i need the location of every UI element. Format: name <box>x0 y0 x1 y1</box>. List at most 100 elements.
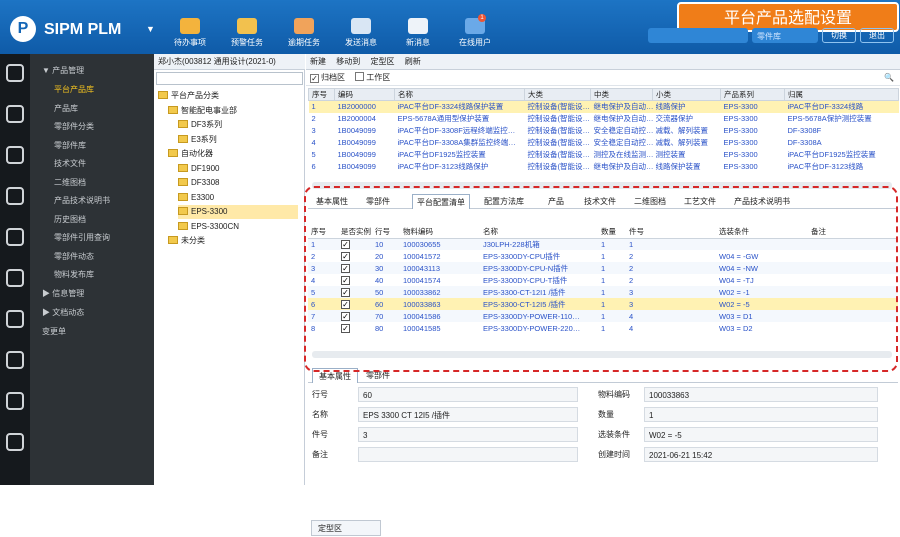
tree-node[interactable]: EPS-3300CN <box>178 220 298 234</box>
table-row[interactable]: 2 1B2000004 EPS-5678A通用型保护装置 控制设备(智能设… 继电保护及… <box>309 113 899 125</box>
tab-parts[interactable]: 零部件 <box>360 368 396 383</box>
table-row[interactable]: 3 ✓ 30 100043113 EPS-3300DY-CPU-N插件 1 2 W04 = -… <box>308 262 898 274</box>
sidebar-item[interactable]: 产品技术说明书 <box>30 192 154 210</box>
sidebar-item[interactable]: 零部件引用查询 <box>30 229 154 247</box>
sidebar-item[interactable]: 技术文件 <box>30 155 154 173</box>
tab-item[interactable]: 工艺文件 <box>680 194 720 209</box>
sidebar-group[interactable]: ▼ 产品管理 <box>30 62 154 80</box>
table-row[interactable]: 8 ✓ 80 100041585 EPS-3300DY-POWER-220… 1 4 W03 … <box>308 322 898 334</box>
instance-checkbox[interactable]: ✓ <box>341 239 350 249</box>
search-icon[interactable]: 🔍 <box>884 70 894 86</box>
sidebar-item[interactable]: 零部件分类 <box>30 118 154 136</box>
tab-item[interactable]: 产品技术说明书 <box>730 194 794 209</box>
sidebar-item[interactable]: 产品库 <box>30 100 154 118</box>
document-icon[interactable] <box>6 310 24 328</box>
table-row[interactable]: 7 ✓ 70 100041586 EPS-3300DY-POWER-110… 1 4 W03 … <box>308 310 898 322</box>
compass-icon[interactable] <box>6 64 24 82</box>
table-row[interactable]: 4 ✓ 40 100041574 EPS-3300DY-CPU-T插件 1 2 W04 = -… <box>308 274 898 286</box>
switch-button[interactable]: 切换 <box>822 28 856 43</box>
instance-checkbox[interactable]: ✓ <box>341 323 350 333</box>
book-icon[interactable] <box>6 392 24 410</box>
table-row[interactable]: 1 1B2000000 iPAC平台DF-3324线路保护装置 控制设备(智能设… 继电… <box>308 100 899 113</box>
cond-field[interactable]: W02 = -5 <box>644 427 878 442</box>
work-area-checkbox[interactable] <box>355 72 365 81</box>
edit-icon[interactable] <box>6 146 24 164</box>
tree-node[interactable]: 未分类 <box>168 234 298 248</box>
toolbar-send-message-button[interactable]: 发送消息 <box>335 18 387 48</box>
column-header[interactable]: 名称 <box>480 226 598 239</box>
column-header[interactable]: 中类 <box>590 88 653 101</box>
tab-item[interactable]: 零部件 <box>362 194 394 209</box>
tab-item[interactable]: 产品 <box>544 194 568 209</box>
clipboard-icon[interactable] <box>6 228 24 246</box>
column-header[interactable]: 备注 <box>808 226 898 239</box>
loading-icon[interactable] <box>6 269 24 287</box>
toolbar-warning-task-button[interactable]: 预警任务 <box>221 18 273 48</box>
line-field[interactable]: 60 <box>358 387 578 402</box>
settings-icon[interactable] <box>6 351 24 369</box>
tree-search-input[interactable] <box>156 72 303 85</box>
product-table-scrollbar[interactable] <box>312 182 892 189</box>
header-search-input[interactable] <box>648 28 748 43</box>
chevron-down-icon[interactable]: ▼ <box>146 24 155 34</box>
column-header[interactable]: 名称 <box>394 88 525 101</box>
toolbar-new-message-button[interactable]: 新消息 <box>392 18 444 48</box>
part-field[interactable]: 3 <box>358 427 578 442</box>
table-row[interactable]: 5 1B0049099 iPAC平台DF1925监控装置 控制设备(智能设… 测控及在线… <box>309 149 899 161</box>
qty-field[interactable]: 1 <box>644 407 878 422</box>
instance-checkbox[interactable]: ✓ <box>341 275 350 285</box>
column-header[interactable]: 行号 <box>372 226 400 239</box>
column-header[interactable]: 大类 <box>524 88 591 101</box>
instance-checkbox[interactable]: ✓ <box>341 311 350 321</box>
upload-icon[interactable] <box>6 433 24 451</box>
tree-node[interactable]: DF3系列 <box>178 118 298 132</box>
finalize-button[interactable]: 定型区 <box>370 57 394 66</box>
column-header[interactable]: 产品系列 <box>720 88 785 101</box>
column-header[interactable]: 数量 <box>598 226 626 239</box>
header-select[interactable]: 零件库 <box>752 28 818 43</box>
sidebar-group[interactable]: ▶ 文档动态 <box>30 304 154 322</box>
archive-area-checkbox[interactable]: ✓ <box>310 74 319 83</box>
refresh-button[interactable]: 刷新 <box>405 57 421 66</box>
column-header[interactable]: 选装条件 <box>716 226 808 239</box>
sidebar-item[interactable]: 历史图档 <box>30 211 154 229</box>
sidebar-item-change-order[interactable]: 变更单 <box>30 323 154 341</box>
table-row[interactable]: 6 1B0049099 iPAC平台DF-3123线路保护 控制设备(智能设… 继电保护… <box>309 161 899 173</box>
column-header[interactable]: 小类 <box>652 88 721 101</box>
instance-checkbox[interactable]: ✓ <box>341 287 350 297</box>
tab-item[interactable]: 技术文件 <box>580 194 620 209</box>
column-header[interactable]: 序号 <box>308 88 335 101</box>
column-header[interactable]: 物料编码 <box>400 226 480 239</box>
instance-checkbox[interactable]: ✓ <box>341 299 350 309</box>
sidebar-group[interactable]: ▶ 信息管理 <box>30 285 154 303</box>
tab-basic-attrs[interactable]: 基本属性 <box>312 368 358 383</box>
instance-checkbox[interactable]: ✓ <box>341 263 350 273</box>
tree-node[interactable]: E3300 <box>178 191 298 205</box>
tab-item[interactable]: 基本属性 <box>312 194 352 209</box>
sidebar-item[interactable]: 二维图档 <box>30 174 154 192</box>
tree-node[interactable]: 自动化器 <box>168 147 298 161</box>
tree-node[interactable]: E3系列 <box>178 133 298 147</box>
toolbar-online-users-button[interactable]: 1 在线用户 <box>449 14 501 48</box>
sidebar-item[interactable]: 零部件动态 <box>30 248 154 266</box>
column-header[interactable]: 归属 <box>784 88 899 101</box>
note-field[interactable] <box>358 447 578 462</box>
column-header[interactable]: 件号 <box>626 226 716 239</box>
column-header[interactable]: 是否实例 <box>338 226 372 239</box>
tab-item[interactable]: 平台配置清单 <box>412 194 470 209</box>
table-row[interactable]: 4 1B0049099 iPAC平台DF-3308A集群监控终端… 控制设备(智能设…… <box>309 137 899 149</box>
tree-node[interactable]: EPS-3300 <box>178 205 298 219</box>
tree-node[interactable]: DF3308 <box>178 176 298 190</box>
table-row[interactable]: 1 ✓ 10 100030655 J30LPH-228机箱 1 1 <box>308 238 898 250</box>
tab-item[interactable]: 二维图档 <box>630 194 670 209</box>
config-table-scrollbar[interactable] <box>312 351 892 358</box>
tab-finalized-area[interactable]: 定型区 <box>311 520 381 536</box>
tree-node[interactable]: 平台产品分类 <box>158 89 298 103</box>
instance-checkbox[interactable]: ✓ <box>341 251 350 261</box>
table-row[interactable]: 2 ✓ 20 100041572 EPS-3300DY-CPU插件 1 2 W04 = -GW <box>308 250 898 262</box>
tab-item[interactable]: 配置方法库 <box>480 194 528 209</box>
sidebar-item[interactable]: 零部件库 <box>30 137 154 155</box>
time-field[interactable]: 2021-06-21 15:42 <box>644 447 878 462</box>
table-row[interactable]: 3 1B0049099 iPAC平台DF-3308F远程终端监控… 控制设备(智能设…… <box>309 125 899 137</box>
column-header[interactable]: 序号 <box>308 226 338 239</box>
